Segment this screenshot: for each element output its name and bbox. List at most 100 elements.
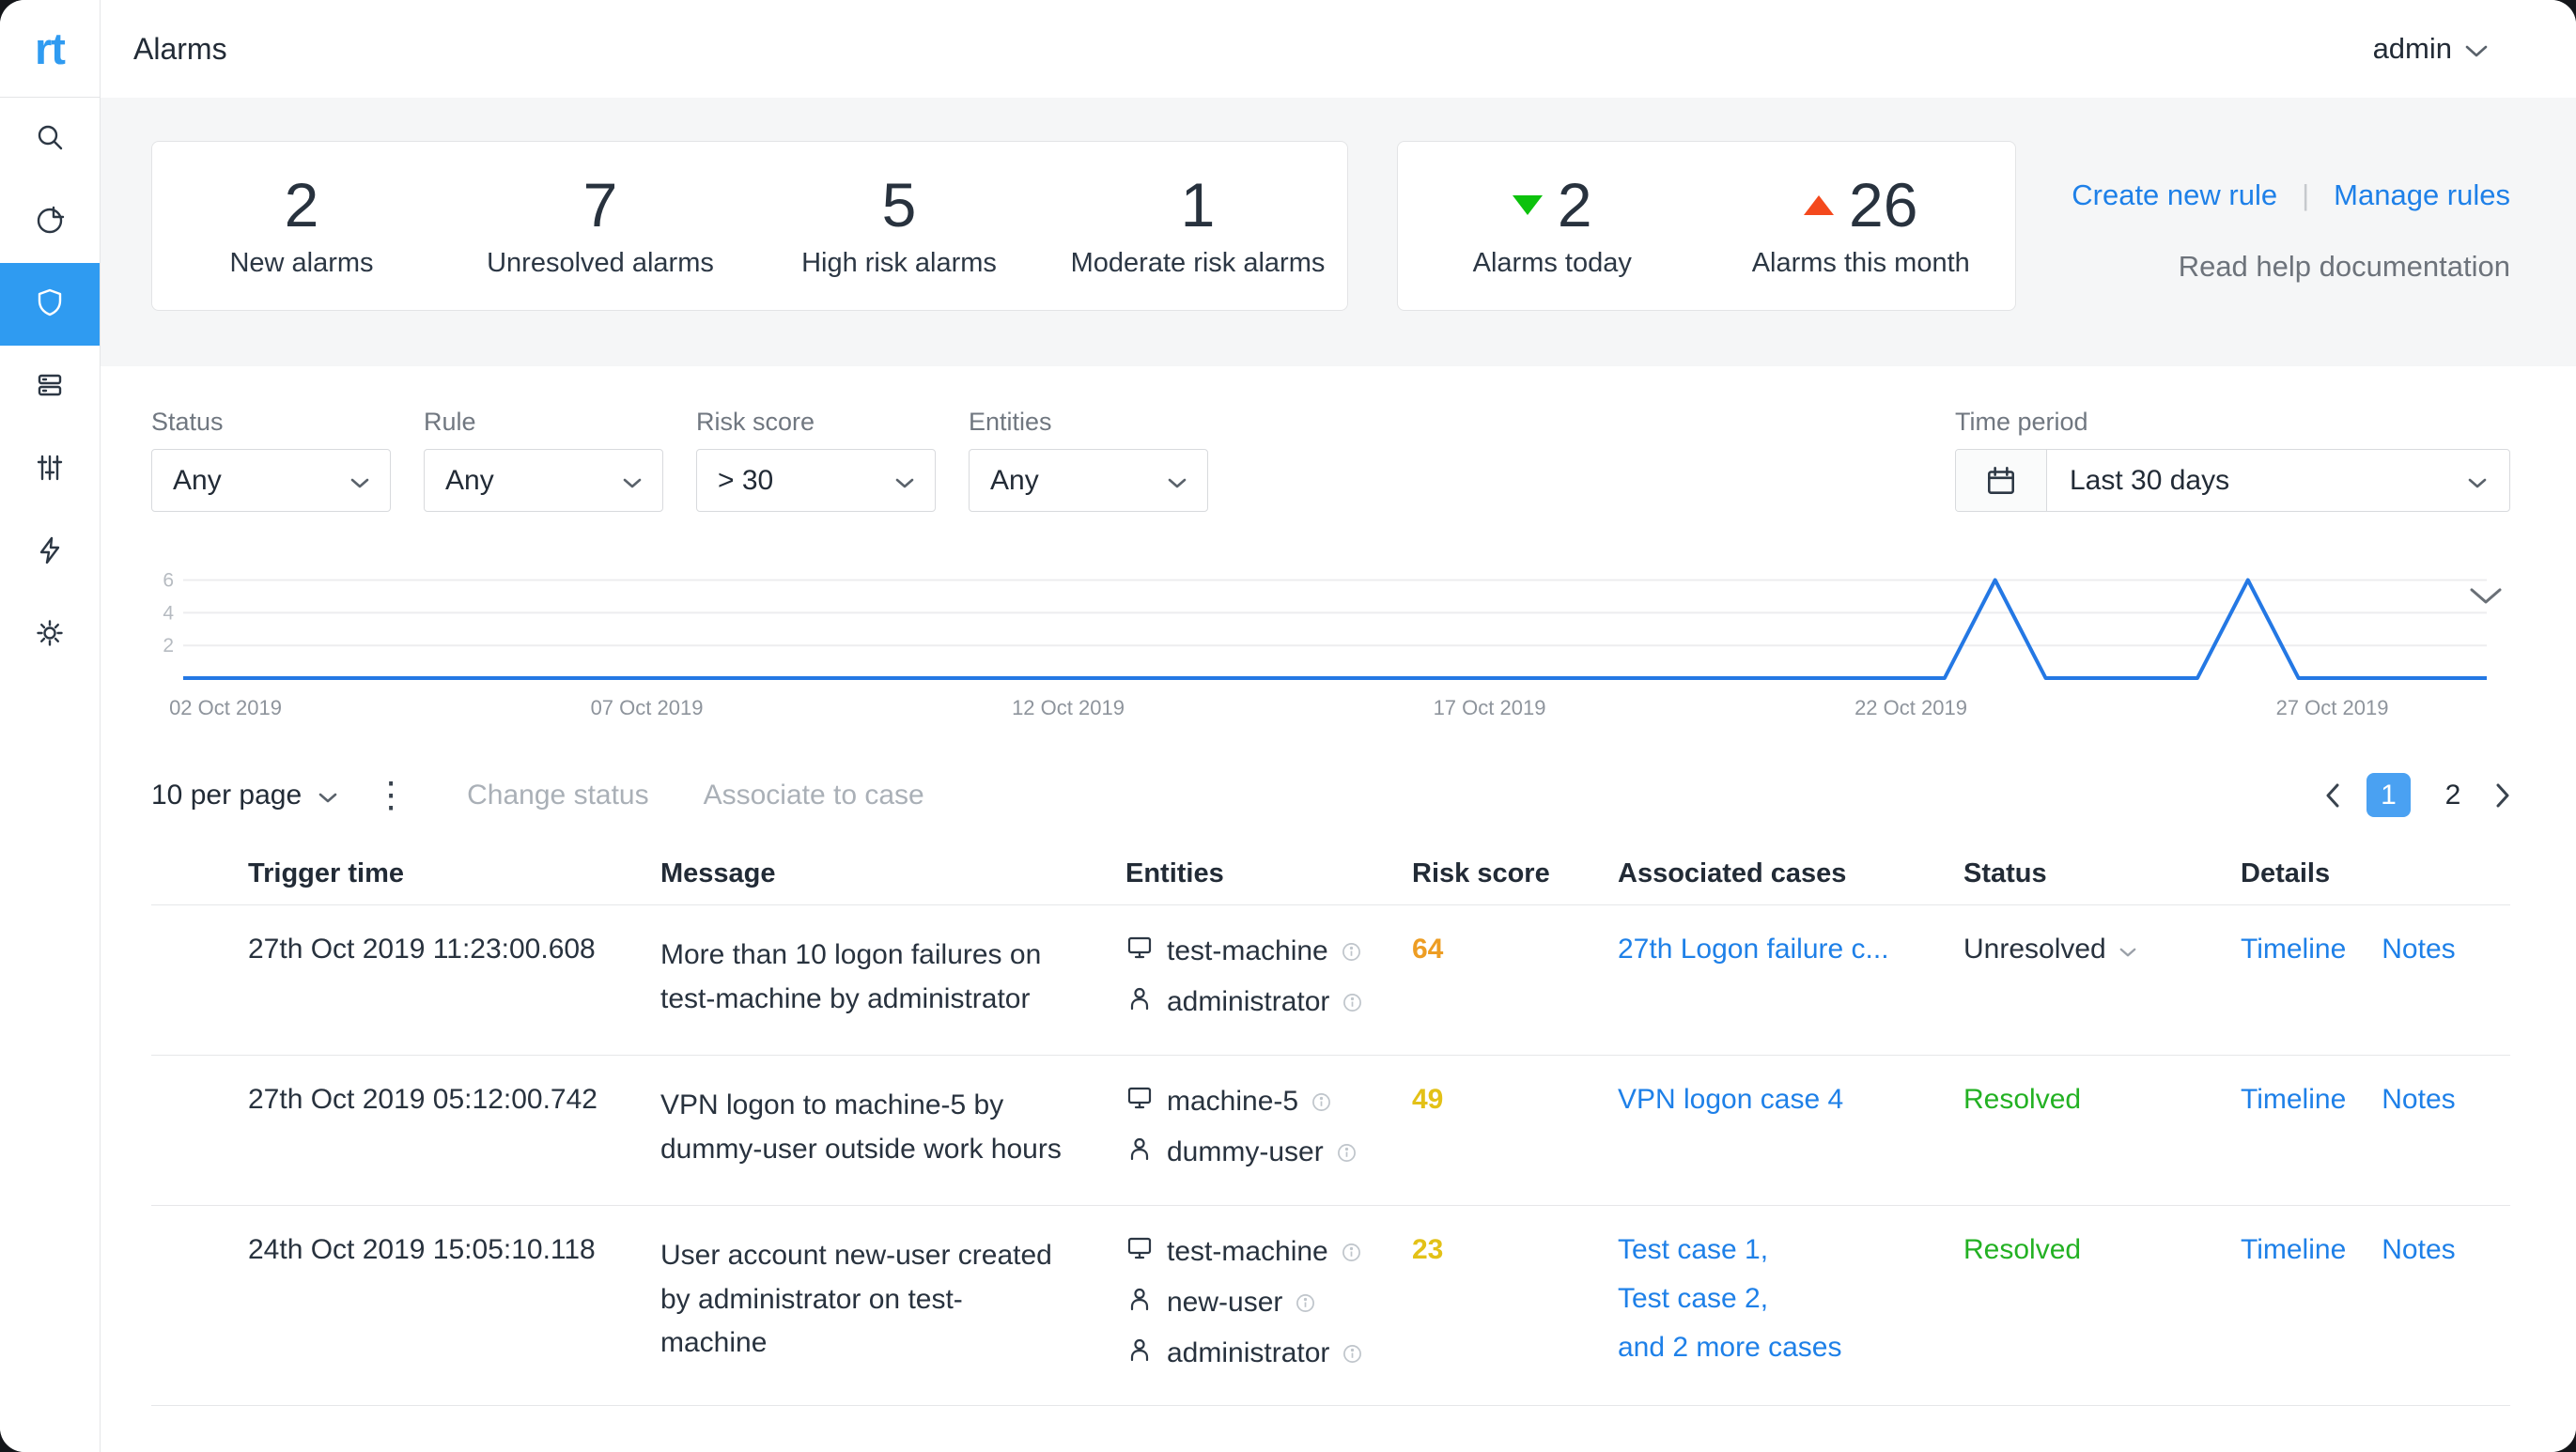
search-icon xyxy=(34,121,66,158)
sidebar-item-settings[interactable] xyxy=(0,594,100,676)
alarms-series-line xyxy=(183,580,2487,678)
machine-icon xyxy=(1125,1234,1154,1270)
case-link[interactable]: and 2 more cases xyxy=(1618,1332,1963,1364)
select-value: Any xyxy=(173,465,222,497)
filter-entities: Entities Any xyxy=(969,408,1208,512)
alarm-message: VPN logon to machine-5 by dummy-user out… xyxy=(660,1084,1125,1171)
details-cell: Timeline Notes xyxy=(2241,934,2510,965)
filter-label: Time period xyxy=(1955,408,2510,437)
machine-icon xyxy=(1125,934,1154,969)
divider: | xyxy=(2302,178,2309,212)
chevron-down-icon xyxy=(2468,465,2487,497)
notes-link[interactable]: Notes xyxy=(2382,934,2455,965)
chart-collapse-chevron-icon[interactable] xyxy=(2469,587,2503,610)
pagination-prev-icon[interactable] xyxy=(2325,783,2340,808)
notes-link[interactable]: Notes xyxy=(2382,1234,2455,1266)
status-cell[interactable]: Unresolved xyxy=(1963,934,2241,965)
filter-label: Status xyxy=(151,408,391,437)
info-icon[interactable] xyxy=(1342,942,1361,962)
filter-status: Status Any xyxy=(151,408,391,512)
case-link[interactable]: 27th Logon failure c... xyxy=(1618,934,1963,965)
sidebar-item-search[interactable] xyxy=(0,98,100,180)
page-size-select[interactable]: 10 per page xyxy=(151,780,337,811)
entity-user: administrator xyxy=(1125,1336,1412,1371)
user-menu[interactable]: admin xyxy=(2373,32,2488,66)
entity-name[interactable]: administrator xyxy=(1167,1337,1329,1369)
alarms-chart: 24602 Oct 201907 Oct 201912 Oct 201917 O… xyxy=(151,563,2510,730)
select-value: Any xyxy=(445,465,494,497)
entities-cell: test-machine administrator xyxy=(1125,934,1412,1020)
stat-value: 2 xyxy=(1558,173,1592,238)
info-icon[interactable] xyxy=(1342,1344,1362,1364)
user-icon xyxy=(1125,984,1154,1020)
chevron-down-icon xyxy=(1168,465,1187,497)
stat-label: Moderate risk alarms xyxy=(1071,248,1326,279)
select-value: > 30 xyxy=(718,465,773,497)
y-tick-label: 2 xyxy=(163,635,174,656)
entities-select[interactable]: Any xyxy=(969,449,1208,512)
app-logo: rt xyxy=(35,23,65,74)
sidebar-item-actions[interactable] xyxy=(0,511,100,594)
stat-label: New alarms xyxy=(229,248,373,279)
timeline-link[interactable]: Timeline xyxy=(2241,934,2346,965)
trend-card: 2 Alarms today 26 Alarms this month xyxy=(1397,141,2016,311)
case-link[interactable]: Test case 1, xyxy=(1618,1234,1963,1266)
stat-high-risk-alarms: 5 High risk alarms xyxy=(750,173,1048,278)
info-icon[interactable] xyxy=(1342,993,1362,1012)
stat-moderate-risk-alarms: 1 Moderate risk alarms xyxy=(1048,173,1347,278)
info-icon[interactable] xyxy=(1296,1293,1315,1313)
status-select[interactable]: Any xyxy=(151,449,391,512)
stat-label: Alarms this month xyxy=(1752,248,1970,279)
timeline-link[interactable]: Timeline xyxy=(2241,1084,2346,1116)
sidebar-item-dashboards[interactable] xyxy=(0,180,100,263)
rule-select[interactable]: Any xyxy=(424,449,663,512)
pagination-next-icon[interactable] xyxy=(2495,783,2510,808)
logo-cell[interactable]: rt xyxy=(0,0,100,98)
trend-down-icon xyxy=(1513,195,1543,215)
trigger-time: 27th Oct 2019 05:12:00.742 xyxy=(248,1084,660,1116)
sidebar-item-rules[interactable] xyxy=(0,428,100,511)
sidebar-item-alarms[interactable] xyxy=(0,263,100,346)
case-link[interactable]: Test case 2, xyxy=(1618,1283,1963,1315)
read-help-link[interactable]: Read help documentation xyxy=(2179,250,2510,284)
sliders-icon xyxy=(34,452,66,488)
timeline-link[interactable]: Timeline xyxy=(2241,1234,2346,1266)
associate-to-case-button[interactable]: Associate to case xyxy=(704,780,924,811)
create-new-rule-link[interactable]: Create new rule xyxy=(2072,178,2277,212)
change-status-button[interactable]: Change status xyxy=(467,780,648,811)
table-header: Trigger time Message Entities Risk score… xyxy=(151,843,2510,905)
machine-icon xyxy=(1125,1084,1154,1120)
case-link[interactable]: VPN logon case 4 xyxy=(1618,1084,1963,1116)
column-header-details: Details xyxy=(2241,858,2510,889)
info-icon[interactable] xyxy=(1342,1243,1361,1262)
pagination-page-2[interactable]: 2 xyxy=(2437,780,2469,811)
notes-link[interactable]: Notes xyxy=(2382,1084,2455,1116)
alarm-message: User account new-user created by adminis… xyxy=(660,1234,1125,1366)
info-icon[interactable] xyxy=(1311,1092,1331,1112)
info-icon[interactable] xyxy=(1337,1143,1357,1163)
stat-value: 26 xyxy=(1849,173,1917,238)
entity-name[interactable]: dummy-user xyxy=(1167,1136,1324,1168)
filter-label: Entities xyxy=(969,408,1208,437)
risk-score-select[interactable]: > 30 xyxy=(696,449,936,512)
sidebar: rt xyxy=(0,0,101,1452)
chevron-down-icon xyxy=(2119,934,2136,965)
entities-cell: machine-5 dummy-user xyxy=(1125,1084,1412,1170)
entity-name[interactable]: machine-5 xyxy=(1167,1086,1298,1118)
entity-name[interactable]: administrator xyxy=(1167,986,1329,1018)
time-period-select[interactable]: Last 30 days xyxy=(1955,449,2510,512)
sidebar-item-servers[interactable] xyxy=(0,346,100,428)
entity-user: dummy-user xyxy=(1125,1135,1412,1170)
column-header-message: Message xyxy=(660,858,1125,889)
entity-name[interactable]: new-user xyxy=(1167,1287,1282,1319)
entity-name[interactable]: test-machine xyxy=(1167,935,1328,967)
app-window: rt xyxy=(0,0,2576,1452)
stat-new-alarms: 2 New alarms xyxy=(152,173,451,278)
gear-icon xyxy=(34,617,66,654)
associated-cases-cell: Test case 1, Test case 2, and 2 more cas… xyxy=(1618,1234,1963,1364)
filter-label: Rule xyxy=(424,408,663,437)
kebab-menu-icon[interactable]: ⋮ xyxy=(373,778,409,813)
manage-rules-link[interactable]: Manage rules xyxy=(2334,178,2510,212)
pagination-page-1[interactable]: 1 xyxy=(2367,773,2411,817)
entity-name[interactable]: test-machine xyxy=(1167,1236,1328,1268)
